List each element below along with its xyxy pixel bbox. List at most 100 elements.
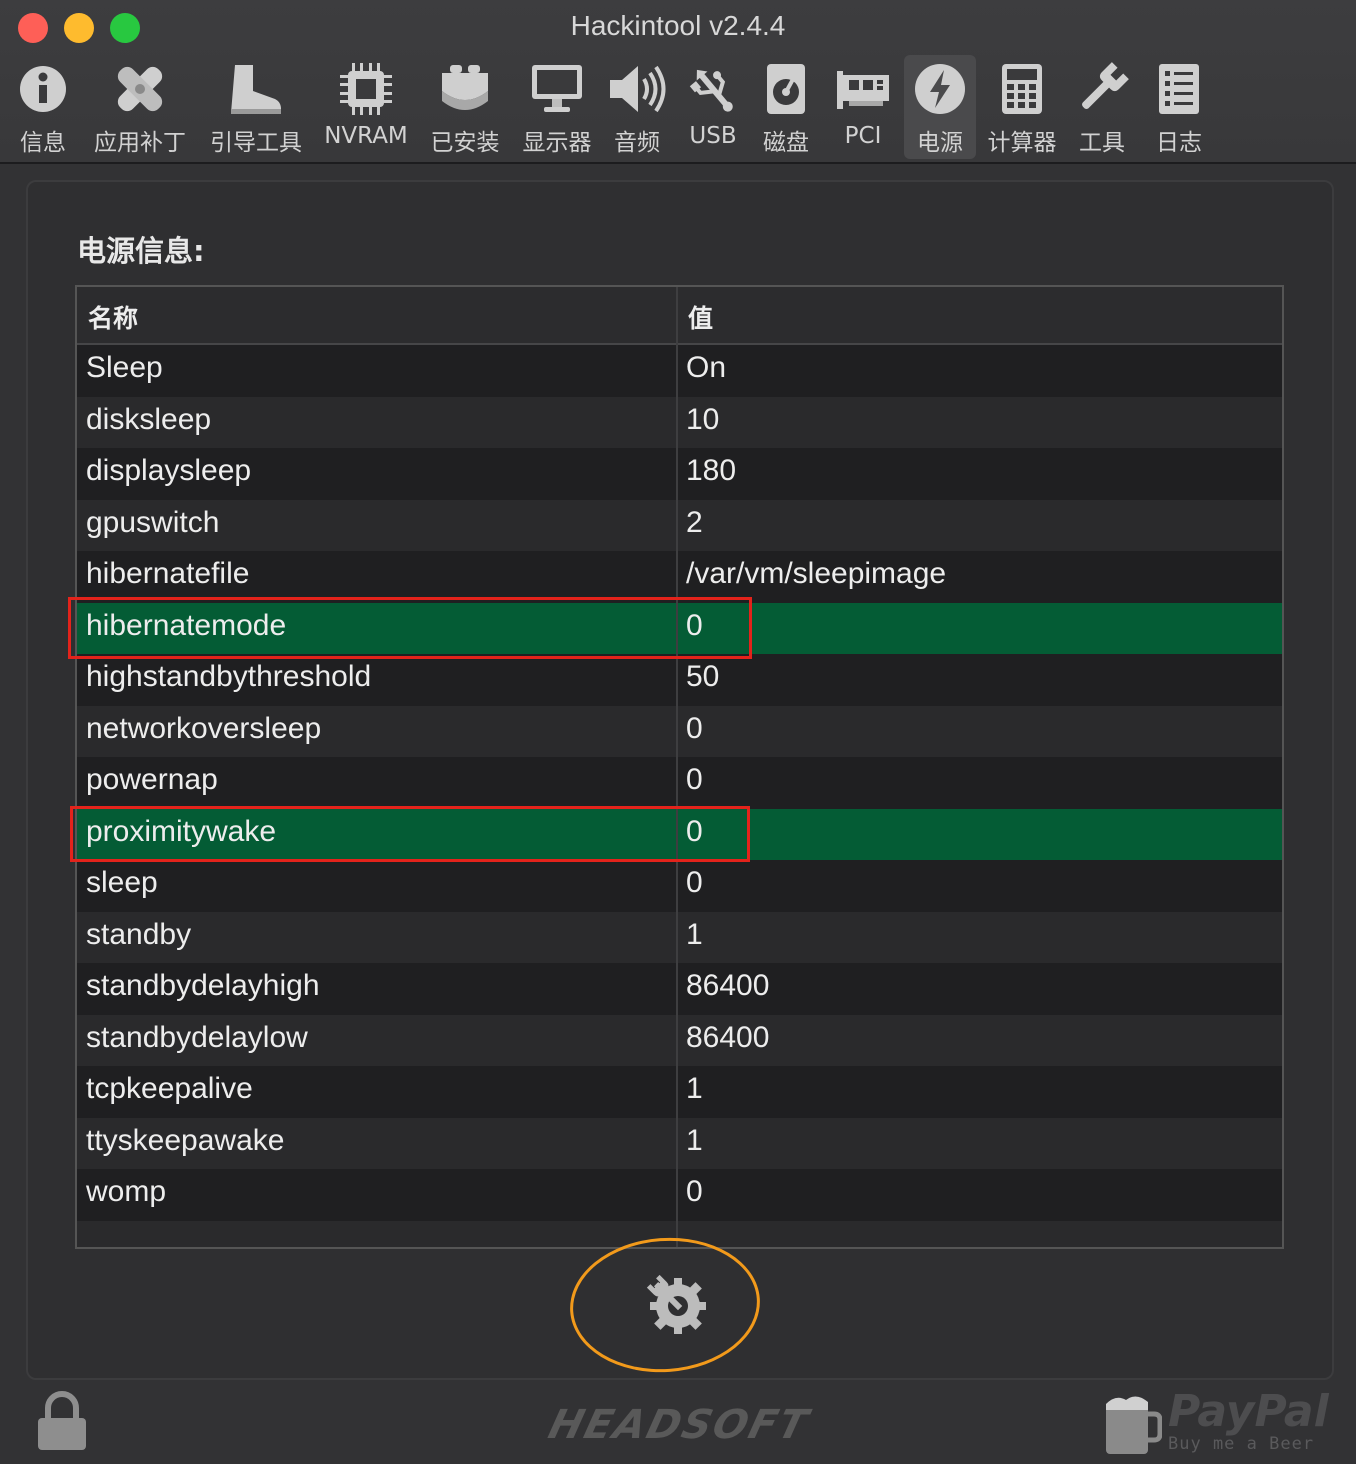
toolbar-label: 计算器: [987, 130, 1057, 156]
disk-icon: [756, 59, 816, 119]
table-row[interactable]: sleep 0: [77, 860, 1282, 912]
lock-icon[interactable]: [36, 1390, 88, 1452]
cell-value: 0: [686, 711, 703, 745]
table-row[interactable]: standbydelaylow 86400: [77, 1014, 1282, 1066]
info-icon: [13, 59, 73, 119]
usb-icon: [683, 59, 743, 119]
table-header: 名称 值: [77, 287, 1282, 345]
title-bar: Hackintool v2.4.4 信息 应用补丁 引导工具 NVRAM 已安装…: [0, 0, 1356, 164]
cell-name: sleep: [86, 866, 158, 899]
cell-value: 1: [686, 917, 703, 951]
annotation-box-proximitywake: [70, 806, 750, 862]
toolbar-label: 应用补丁: [94, 130, 186, 156]
cell-name: standbydelaylow: [86, 1020, 308, 1054]
wrench-icon: [1072, 59, 1132, 119]
cell-value: 1: [686, 1123, 703, 1157]
toolbar-label: 显示器: [522, 130, 592, 156]
toolbar-tools[interactable]: 工具: [1072, 55, 1132, 159]
lego-brick-icon: [435, 59, 495, 119]
cell-value: 86400: [686, 969, 770, 1002]
cell-name: tcpkeepalive: [86, 1072, 253, 1105]
toolbar-label: 已安装: [430, 130, 500, 156]
table-row[interactable]: womp 0: [77, 1169, 1282, 1221]
boot-icon: [226, 59, 286, 119]
table-row[interactable]: powernap 0: [77, 757, 1282, 809]
toolbar-info[interactable]: 信息: [12, 55, 74, 159]
log-list-icon: [1149, 59, 1209, 119]
table-row[interactable]: standbydelayhigh 86400: [77, 963, 1282, 1015]
cell-name: displaysleep: [86, 454, 252, 487]
cell-value: 86400: [686, 1020, 770, 1054]
cell-value: On: [686, 351, 727, 384]
paypal-logo-text: PayPal: [1168, 1386, 1329, 1437]
table-row[interactable]: highstandbythreshold 50: [77, 654, 1282, 706]
table-row[interactable]: networkoversleep 0: [77, 705, 1282, 757]
table-row[interactable]: standby 1: [77, 911, 1282, 963]
toolbar-label: 音频: [614, 130, 660, 156]
cell-name: standby: [86, 917, 192, 951]
power-info-table[interactable]: 名称 值 Sleep On disksleep 10 displaysleep 180 gp…: [75, 285, 1284, 1249]
table-row[interactable]: hibernatefile/var/vm/sleepimage: [77, 551, 1282, 603]
paypal-donate-button[interactable]: PayPal Buy me a Beer: [1104, 1386, 1334, 1460]
table-row[interactable]: tcpkeepalive 1: [77, 1066, 1282, 1118]
toolbar-display[interactable]: 显示器: [518, 55, 596, 159]
column-divider: [676, 287, 678, 1247]
app-window: Hackintool v2.4.4 信息 应用补丁 引导工具 NVRAM 已安装…: [0, 0, 1356, 1464]
window-title: Hackintool v2.4.4: [570, 10, 786, 41]
table-row[interactable]: Sleep On: [77, 345, 1282, 397]
column-header-name[interactable]: 名称: [88, 299, 138, 335]
power-bolt-icon: [910, 59, 970, 119]
cell-name: networkoversleep: [86, 711, 322, 745]
table-row[interactable]: ttyskeepawake 1: [77, 1117, 1282, 1169]
toolbar-nvram[interactable]: NVRAM: [320, 55, 412, 159]
chip-icon: [336, 59, 396, 119]
cell-value: 50: [686, 660, 720, 693]
toolbar-boot[interactable]: 引导工具: [205, 55, 307, 159]
cell-name: standbydelayhigh: [86, 969, 320, 1002]
cell-value: 0: [686, 763, 703, 796]
table-row[interactable]: disksleep 10: [77, 396, 1282, 448]
cell-name: powernap: [86, 763, 218, 796]
cell-value: 0: [686, 1175, 703, 1208]
table-body: Sleep On disksleep 10 displaysleep 180 gpuswit…: [77, 345, 1282, 1247]
toolbar-patch[interactable]: 应用补丁: [90, 55, 190, 159]
toolbar-disk[interactable]: 磁盘: [758, 55, 814, 159]
cell-name: Sleep: [86, 351, 163, 384]
toolbar-log[interactable]: 日志: [1148, 55, 1210, 159]
cell-name: disksleep: [86, 402, 212, 436]
toolbar-power[interactable]: 电源: [904, 55, 976, 159]
toolbar-calculator[interactable]: 计算器: [984, 55, 1060, 159]
monitor-icon: [527, 59, 587, 119]
table-row[interactable]: displaysleep 180: [77, 448, 1282, 500]
headsoft-logo[interactable]: HEADSOFT: [506, 1402, 851, 1448]
cell-name: gpuswitch: [86, 505, 220, 539]
cell-value: 180: [686, 454, 737, 487]
cell-name: hibernatefile: [86, 557, 250, 590]
toolbar-audio[interactable]: 音频: [606, 55, 668, 159]
table-row[interactable]: gpuswitch 2: [77, 499, 1282, 551]
toolbar-label: NVRAM: [324, 123, 408, 149]
cell-value: /var/vm/sleepimage: [686, 557, 947, 590]
toolbar-label: 电源: [917, 130, 963, 156]
toolbar-usb[interactable]: USB: [682, 55, 744, 159]
column-header-value[interactable]: 值: [688, 299, 713, 335]
toolbar-label: 引导工具: [210, 130, 302, 156]
calculator-icon: [992, 59, 1052, 119]
cell-value: 1: [686, 1072, 703, 1105]
pci-card-icon: [833, 59, 893, 119]
beer-mug-icon: [1106, 1396, 1162, 1454]
cell-name: highstandbythreshold: [86, 660, 372, 693]
paypal-subtitle: Buy me a Beer: [1168, 1434, 1315, 1454]
toolbar-pci[interactable]: PCI: [830, 55, 896, 159]
toolbar-label: 磁盘: [763, 130, 809, 156]
toolbar-label: PCI: [844, 123, 882, 149]
cell-name: ttyskeepawake: [86, 1123, 285, 1157]
toolbar-label: USB: [689, 123, 737, 149]
toolbar-label: 工具: [1079, 130, 1125, 156]
cell-value: 0: [686, 866, 703, 899]
cell-value: 10: [686, 402, 720, 436]
toolbar-installed[interactable]: 已安装: [426, 55, 504, 159]
bandage-icon: [110, 59, 170, 119]
cell-name: womp: [86, 1175, 167, 1208]
toolbar-label: 信息: [20, 130, 66, 156]
